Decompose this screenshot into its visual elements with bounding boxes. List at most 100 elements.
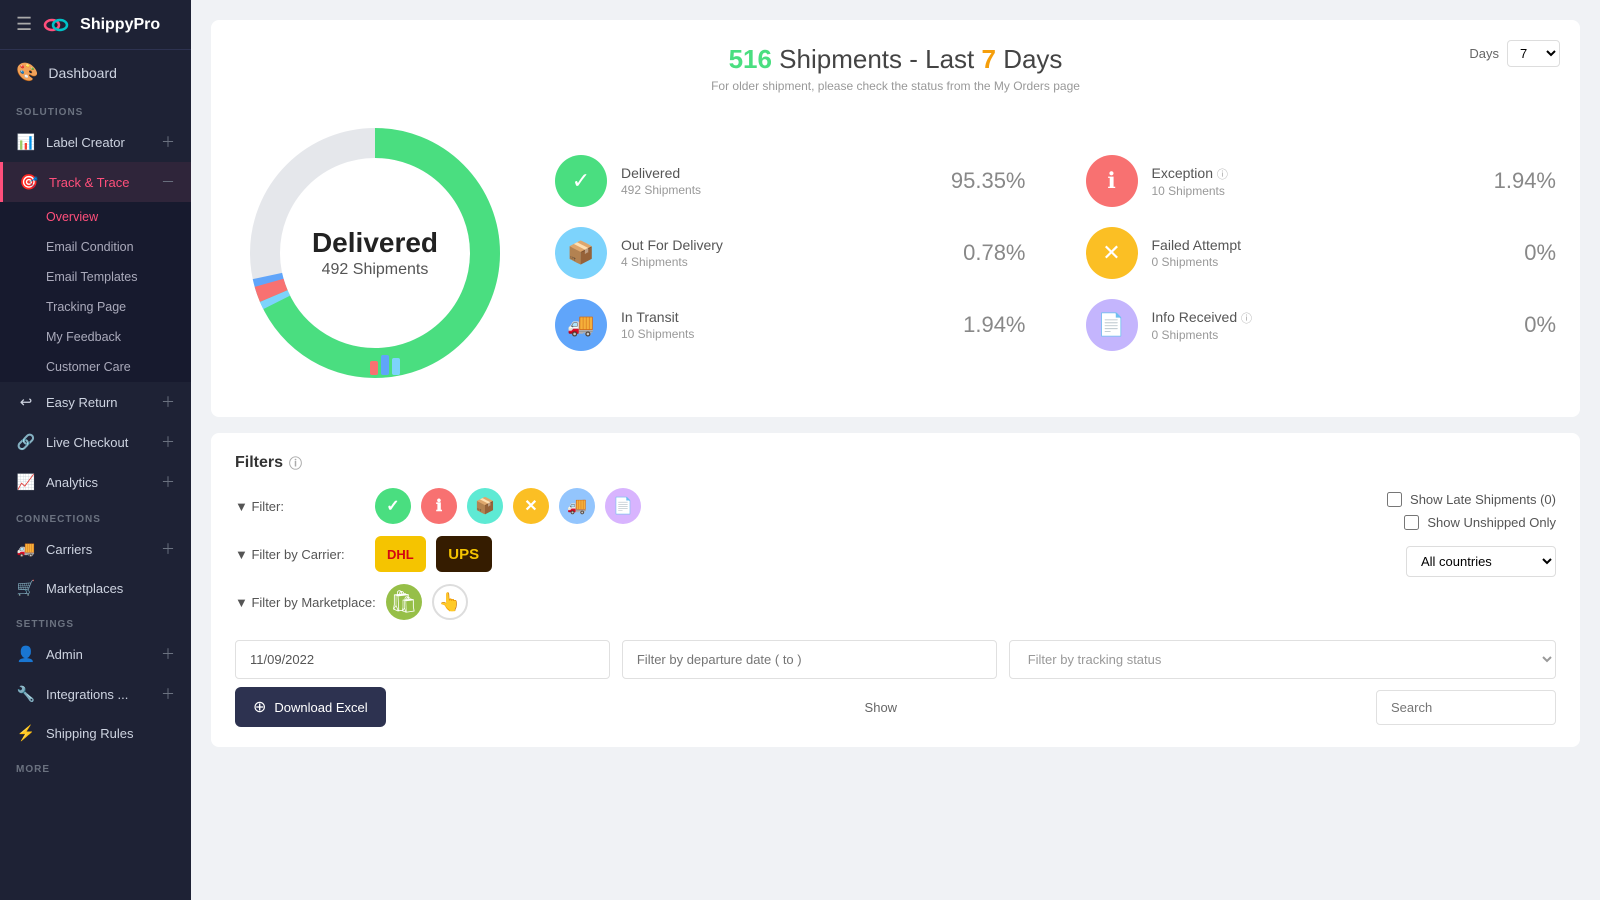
dhl-label: DHL [387, 547, 414, 562]
sidebar-item-easy-return[interactable]: ↩ Easy Return ＋ [0, 382, 191, 422]
integrations-expand-icon[interactable]: ＋ [161, 684, 175, 704]
bottom-bar: ⊕ Download Excel Show [235, 687, 1556, 727]
failed-percent: 0% [1524, 240, 1556, 266]
filters-left: ▼ Filter: ✓ ℹ 📦 ✕ 🚚 📄 ▼ Filter by Carrie… [235, 488, 1387, 632]
info-received-info-icon: ⓘ [1241, 313, 1252, 325]
sidebar-subitem-overview[interactable]: Overview [0, 202, 191, 232]
delivered-count: 492 Shipments [621, 183, 937, 197]
failed-icon: ✕ [1086, 227, 1138, 279]
sidebar-item-dashboard[interactable]: 🎨 Dashboard [0, 50, 191, 95]
logo-icon [42, 16, 70, 34]
carrier-dhl[interactable]: DHL [375, 536, 426, 572]
tracking-status-select[interactable]: Filter by tracking status Delivered In T… [1009, 640, 1556, 679]
donut-center: Delivered 492 Shipments [312, 227, 438, 279]
live-checkout-icon: 🔗 [16, 433, 36, 451]
filter-circle-failed[interactable]: ✕ [513, 488, 549, 524]
carriers-icon: 🚚 [16, 540, 36, 558]
hamburger-icon[interactable]: ☰ [16, 14, 32, 35]
sidebar-subitem-tracking-page[interactable]: Tracking Page [0, 292, 191, 322]
easy-return-expand-icon[interactable]: ＋ [161, 392, 175, 412]
integrations-label: Integrations ... [46, 687, 128, 702]
label-creator-icon: 📊 [16, 133, 36, 151]
exception-label: Exception ⓘ [1152, 165, 1480, 182]
shipping-rules-icon: ⚡ [16, 724, 36, 742]
easy-return-icon: ↩ [16, 393, 36, 411]
sidebar-subitem-my-feedback[interactable]: My Feedback [0, 322, 191, 352]
marketplaces-label: Marketplaces [46, 581, 123, 596]
exception-icon: ℹ [1086, 155, 1138, 207]
stat-info-info-received: Info Received ⓘ 0 Shipments [1152, 309, 1511, 342]
section-label-connections: CONNECTIONS [0, 502, 191, 529]
filter-circle-delivered[interactable]: ✓ [375, 488, 411, 524]
integrations-icon: 🔧 [16, 685, 36, 703]
filters-title: Filters ⓘ [235, 453, 1556, 472]
admin-icon: 👤 [16, 645, 36, 663]
filter-circle-out-delivery[interactable]: 📦 [467, 488, 503, 524]
ups-label: UPS [448, 546, 479, 563]
section-label-more: MORE [0, 752, 191, 779]
filter-circle-info-received[interactable]: 📄 [605, 488, 641, 524]
checkbox-unshipped-label: Show Unshipped Only [1427, 515, 1556, 530]
sidebar-subitem-customer-care[interactable]: Customer Care [0, 352, 191, 382]
sidebar-item-shipping-rules[interactable]: ⚡ Shipping Rules [0, 714, 191, 752]
carrier-ups[interactable]: UPS [436, 536, 492, 572]
show-label: Show [865, 700, 898, 715]
in-transit-percent: 1.94% [963, 312, 1025, 338]
live-checkout-label: Live Checkout [46, 435, 128, 450]
stat-item-exception: ℹ Exception ⓘ 10 Shipments 1.94% [1086, 155, 1557, 207]
exception-info-icon: ⓘ [1217, 169, 1228, 181]
info-received-count: 0 Shipments [1152, 328, 1511, 342]
sidebar-item-live-checkout[interactable]: 🔗 Live Checkout ＋ [0, 422, 191, 462]
download-excel-button[interactable]: ⊕ Download Excel [235, 687, 386, 727]
section-label-solutions: SOLUTIONS [0, 95, 191, 122]
stat-info-out-delivery: Out For Delivery 4 Shipments [621, 237, 949, 269]
analytics-icon: 📈 [16, 473, 36, 491]
filter-circle-in-transit[interactable]: 🚚 [559, 488, 595, 524]
sidebar-subitem-email-templates[interactable]: Email Templates [0, 262, 191, 292]
track-trace-collapse-icon[interactable]: － [161, 172, 175, 192]
search-input[interactable] [1376, 690, 1556, 725]
admin-expand-icon[interactable]: ＋ [161, 644, 175, 664]
sidebar-item-label-creator[interactable]: 📊 Label Creator ＋ [0, 122, 191, 162]
carriers-expand-icon[interactable]: ＋ [161, 539, 175, 559]
filter-row-status: ▼ Filter: ✓ ℹ 📦 ✕ 🚚 📄 [235, 488, 1387, 524]
exception-percent: 1.94% [1494, 168, 1556, 194]
donut-center-sub: 492 Shipments [312, 261, 438, 279]
info-received-percent: 0% [1524, 312, 1556, 338]
country-select[interactable]: All countries [1406, 546, 1556, 577]
sidebar-item-analytics[interactable]: 📈 Analytics ＋ [0, 462, 191, 502]
filter-row-marketplace: ▼ Filter by Marketplace: 🛍 👆 [235, 584, 1387, 620]
date-to-input[interactable] [622, 640, 997, 679]
donut-center-label: Delivered [312, 227, 438, 259]
stats-title: 516 Shipments - Last 7 Days [235, 44, 1556, 75]
sidebar-item-marketplaces[interactable]: 🛒 Marketplaces [0, 569, 191, 607]
checkbox-late-shipments[interactable] [1387, 492, 1402, 507]
stat-info-failed: Failed Attempt 0 Shipments [1152, 237, 1511, 269]
track-trace-icon: 🎯 [19, 173, 39, 191]
marketplace-cursor[interactable]: 👆 [432, 584, 468, 620]
filter-circle-exception[interactable]: ℹ [421, 488, 457, 524]
analytics-expand-icon[interactable]: ＋ [161, 472, 175, 492]
out-delivery-icon: 📦 [555, 227, 607, 279]
sidebar-subitem-email-condition[interactable]: Email Condition [0, 232, 191, 262]
filter-carrier-label: ▼ Filter by Carrier: [235, 547, 365, 562]
app-name: ShippyPro [80, 16, 160, 34]
live-checkout-expand-icon[interactable]: ＋ [161, 432, 175, 452]
sidebar-item-integrations[interactable]: 🔧 Integrations ... ＋ [0, 674, 191, 714]
info-received-label: Info Received ⓘ [1152, 309, 1511, 326]
donut-chart: Delivered 492 Shipments [235, 113, 515, 393]
sidebar-item-carriers[interactable]: 🚚 Carriers ＋ [0, 529, 191, 569]
failed-count: 0 Shipments [1152, 255, 1511, 269]
sidebar-item-admin[interactable]: 👤 Admin ＋ [0, 634, 191, 674]
sidebar-item-track-trace[interactable]: 🎯 Track & Trace － [0, 162, 191, 202]
checkbox-unshipped[interactable] [1404, 515, 1419, 530]
checkbox-late-label: Show Late Shipments (0) [1410, 492, 1556, 507]
marketplace-shopify[interactable]: 🛍 [386, 584, 422, 620]
download-label: Download Excel [274, 700, 367, 715]
days-select[interactable]: 7 14 30 [1507, 40, 1560, 67]
stat-info-delivered: Delivered 492 Shipments [621, 165, 937, 197]
date-from-input[interactable] [235, 640, 610, 679]
admin-label: Admin [46, 647, 83, 662]
filter-row-carrier: ▼ Filter by Carrier: DHL UPS [235, 536, 1387, 572]
label-creator-expand-icon[interactable]: ＋ [161, 132, 175, 152]
